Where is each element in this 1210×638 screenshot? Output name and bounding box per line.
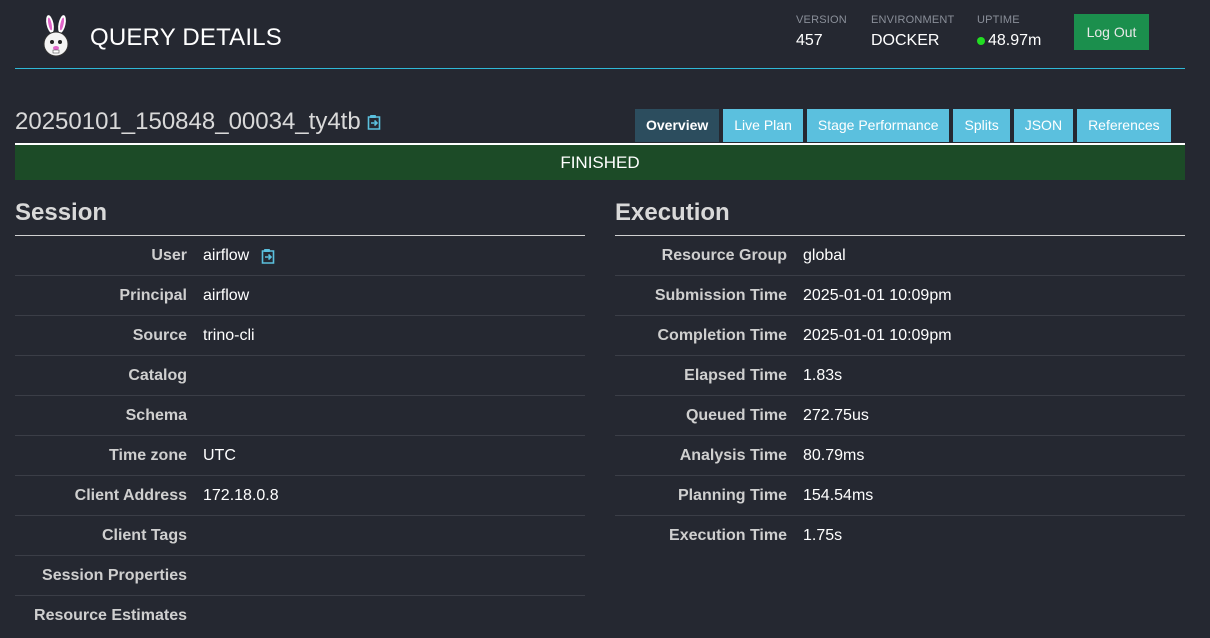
- row-label: Client Address: [74, 486, 187, 504]
- row-label: Execution Time: [669, 527, 787, 544]
- row-label: Submission Time: [654, 286, 787, 304]
- row-value: 80.79ms: [803, 446, 865, 464]
- row-label: Planning Time: [677, 486, 787, 504]
- session-row-source: Source trino-cli: [15, 316, 585, 356]
- row-label: Time zone: [109, 446, 187, 464]
- row-value-wrap: airflow: [203, 247, 275, 265]
- row-label: Session Properties: [42, 566, 187, 584]
- session-row-time-zone: Time zone UTC: [15, 436, 585, 476]
- tab-splits[interactable]: Splits: [953, 109, 1010, 142]
- session-row-client-tags: Client Tags: [15, 516, 585, 556]
- row-value: global: [803, 246, 846, 264]
- row-value: 172.18.0.8: [203, 486, 279, 504]
- version-value: 457: [796, 32, 823, 49]
- session-row-schema: Schema: [15, 396, 585, 436]
- uptime-label: UPTIME: [977, 14, 1020, 26]
- row-value: airflow: [203, 246, 250, 264]
- environment-value: DOCKER: [871, 32, 940, 49]
- row-value: 2025-01-01 10:09pm: [803, 286, 952, 304]
- row-value: 154.54ms: [803, 486, 874, 504]
- environment-label: ENVIRONMENT: [871, 14, 955, 26]
- row-label: Resource Group: [661, 246, 787, 264]
- uptime-value: 48.97m: [988, 32, 1042, 49]
- query-id: 20250101_150848_00034_ty4tb: [15, 108, 361, 135]
- session-row-user: User airflow: [15, 236, 585, 276]
- execution-row-completion-time: Completion Time 2025-01-01 10:09pm: [615, 316, 1185, 356]
- status-dot-icon: [977, 37, 985, 45]
- row-label: Principal: [119, 286, 187, 304]
- tab-overview[interactable]: Overview: [635, 109, 720, 142]
- session-title: Session: [15, 199, 585, 236]
- execution-row-elapsed-time: Elapsed Time 1.83s: [615, 356, 1185, 396]
- row-value: 1.75s: [803, 527, 843, 544]
- row-label: Completion Time: [657, 326, 788, 344]
- query-id-heading: 20250101_150848_00034_ty4tb: [15, 108, 381, 136]
- version-stat: VERSION 457: [796, 14, 847, 50]
- session-row-catalog: Catalog: [15, 356, 585, 396]
- row-label: Source: [132, 326, 187, 344]
- row-value: trino-cli: [203, 326, 255, 344]
- execution-row-resource-group: Resource Group global: [615, 236, 1185, 276]
- tab-live-plan[interactable]: Live Plan: [723, 109, 803, 142]
- execution-row-analysis-time: Analysis Time 80.79ms: [615, 436, 1185, 476]
- version-label: VERSION: [796, 14, 847, 26]
- row-label: Elapsed Time: [684, 366, 787, 384]
- copy-user-icon[interactable]: [261, 248, 275, 264]
- execution-title: Execution: [615, 199, 1185, 236]
- session-row-resource-estimates: Resource Estimates: [15, 596, 585, 636]
- row-value: UTC: [203, 446, 236, 464]
- header: QUERY DETAILS VERSION 457 ENVIRONMENT DO…: [15, 0, 1185, 69]
- execution-row-execution-time: Execution Time 1.75s: [615, 516, 1185, 556]
- execution-row-queued-time: Queued Time 272.75us: [615, 396, 1185, 436]
- environment-stat: ENVIRONMENT DOCKER: [871, 14, 954, 50]
- row-label: User: [151, 246, 187, 264]
- row-label: Schema: [125, 406, 187, 424]
- tab-stage-performance[interactable]: Stage Performance: [806, 109, 950, 142]
- uptime-value-wrap: 48.97m: [977, 32, 1041, 50]
- row-label: Analysis Time: [679, 446, 787, 464]
- row-value: 1.83s: [803, 366, 843, 384]
- logout-button[interactable]: Log Out: [1074, 14, 1149, 50]
- uptime-stat: UPTIME 48.97m: [977, 14, 1041, 50]
- session-row-client-address: Client Address 172.18.0.8: [15, 476, 585, 516]
- execution-row-submission-time: Submission Time 2025-01-01 10:09pm: [615, 276, 1185, 316]
- page-title: QUERY DETAILS: [90, 24, 282, 51]
- row-value: airflow: [203, 286, 250, 304]
- row-value: 272.75us: [803, 406, 869, 424]
- row-label: Client Tags: [101, 526, 187, 544]
- tab-json[interactable]: JSON: [1013, 109, 1074, 142]
- execution-row-planning-time: Planning Time 154.54ms: [615, 476, 1185, 516]
- row-label: Catalog: [128, 366, 187, 384]
- row-value: 2025-01-01 10:09pm: [803, 326, 952, 344]
- session-row-principal: Principal airflow: [15, 276, 585, 316]
- row-label: Resource Estimates: [34, 607, 187, 624]
- execution-panel: Execution Resource Group global Submissi…: [615, 199, 1185, 556]
- copy-icon[interactable]: [367, 114, 381, 130]
- session-panel: Session User airflow Principal airflow S…: [15, 199, 585, 636]
- tab-bar: Overview Live Plan Stage Performance Spl…: [635, 109, 1171, 142]
- trino-bunny-logo[interactable]: [39, 14, 73, 58]
- tab-references[interactable]: References: [1077, 109, 1171, 142]
- query-state-bar: FINISHED: [15, 143, 1185, 180]
- row-label: Queued Time: [685, 406, 787, 424]
- session-row-session-properties: Session Properties: [15, 556, 585, 596]
